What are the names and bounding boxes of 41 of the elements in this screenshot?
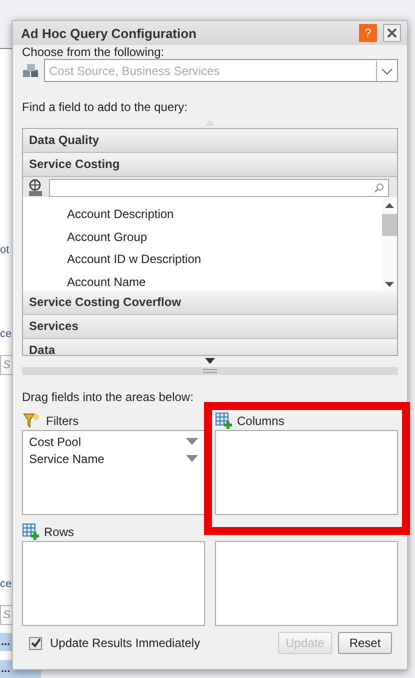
drop-area[interactable] xyxy=(215,541,398,626)
group-header[interactable]: Service Costing xyxy=(23,153,397,177)
dropdown-icon[interactable] xyxy=(186,455,198,462)
checkbox[interactable] xyxy=(29,636,42,650)
funnel-icon xyxy=(22,412,42,430)
filter-field[interactable]: Cost Pool xyxy=(29,434,82,448)
splitter-handle[interactable] xyxy=(22,367,398,375)
reset-button[interactable]: Reset xyxy=(338,632,392,654)
field-item[interactable]: Account Name xyxy=(67,270,382,291)
group-header[interactable]: Data xyxy=(23,339,397,355)
scroll-up-icon[interactable] xyxy=(385,203,394,208)
group-header[interactable]: Service Costing Coverflow xyxy=(23,291,397,315)
drop-area[interactable] xyxy=(215,430,398,515)
search-field[interactable] xyxy=(49,179,389,197)
area-label: Filters xyxy=(46,414,79,428)
drag-label: Drag fields into the areas below: xyxy=(22,390,194,404)
scrollbar[interactable] xyxy=(382,197,397,291)
window-title: Ad Hoc Query Configuration xyxy=(21,26,198,40)
drop-area[interactable]: Cost Pool Service Name xyxy=(22,430,205,515)
search-icon xyxy=(374,183,384,193)
scroll-down-icon[interactable] xyxy=(385,282,394,287)
area-label: Rows xyxy=(44,525,74,539)
down-arrow-icon[interactable] xyxy=(205,358,215,364)
close-icon[interactable] xyxy=(383,24,401,42)
checkbox-label: Update Results Immediately xyxy=(50,636,200,650)
background-text: ce xyxy=(0,327,12,342)
filter-field[interactable]: Service Name xyxy=(29,452,104,466)
scroll-thumb[interactable] xyxy=(382,214,397,236)
group-header[interactable]: Services xyxy=(23,315,397,339)
background-text: ot xyxy=(0,243,10,258)
drop-area[interactable] xyxy=(22,541,205,626)
group-header[interactable]: Data Quality xyxy=(23,129,397,153)
cube-icon xyxy=(22,62,40,78)
field-item[interactable]: Account Description xyxy=(67,203,382,226)
field-item[interactable]: Account Group xyxy=(67,226,382,248)
field-item[interactable]: Account ID w Description xyxy=(67,248,382,270)
area-label: Columns xyxy=(237,414,284,428)
dropdown-icon[interactable] xyxy=(186,438,198,445)
source-label: Choose from the following: xyxy=(22,45,166,59)
background-text: ce xyxy=(0,577,12,592)
find-label: Find a field to add to the query: xyxy=(22,100,188,114)
